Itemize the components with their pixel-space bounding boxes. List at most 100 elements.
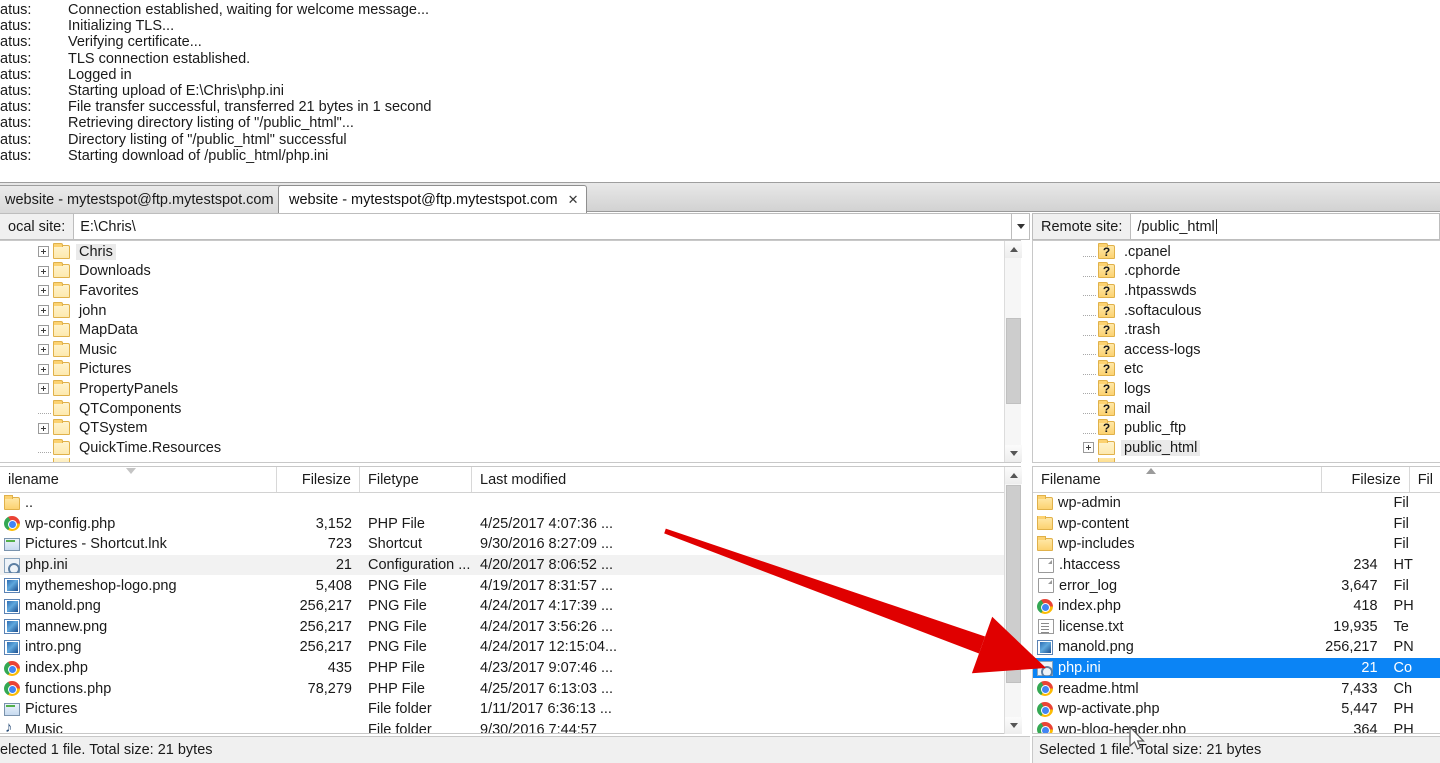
tree-item-partial[interactable] (0, 457, 1020, 462)
table-row[interactable]: error_log 3,647 Fil (1033, 575, 1440, 596)
site-tab-2[interactable]: website - mytestspot@ftp.mytestspot.com … (278, 185, 588, 213)
table-row[interactable]: Pictures File folder 1/11/2017 6:36:13 ... (0, 699, 1020, 720)
table-row[interactable]: intro.png 256,217 PNG File 4/24/2017 12:15:… (0, 637, 1020, 658)
tree-item[interactable]: john (0, 301, 1020, 321)
tree-item[interactable]: ? public_ftp (1033, 418, 1440, 438)
tree-item[interactable]: ? .htpasswds (1033, 281, 1440, 301)
chrome-file-icon (1037, 598, 1053, 614)
tree-item[interactable]: ? .cphorde (1033, 262, 1440, 282)
scroll-up-icon[interactable] (1005, 467, 1022, 484)
tree-item[interactable]: ? mail (1033, 399, 1440, 419)
expand-plus-icon[interactable] (38, 246, 49, 258)
tree-item[interactable]: Music (0, 340, 1020, 360)
table-row[interactable]: manold.png 256,217 PN (1033, 637, 1440, 658)
remote-site-input[interactable]: /public_html (1130, 213, 1440, 240)
local-list-scrollbar[interactable] (1004, 467, 1022, 734)
column-header-filesize[interactable]: Filesize (1322, 467, 1410, 492)
table-row[interactable]: wp-config.php 3,152 PHP File 4/25/2017 4:07… (0, 514, 1020, 535)
chevron-down-icon[interactable] (1012, 213, 1030, 240)
remote-site-path-row: Remote site: /public_html (1032, 213, 1440, 240)
status-log[interactable]: atus: Connection established, waiting for… (0, 0, 1440, 180)
table-row[interactable]: wp-content Fil (1033, 514, 1440, 535)
local-site-input[interactable]: E:\Chris\ (73, 213, 1012, 240)
scrollbar-thumb[interactable] (1006, 485, 1021, 683)
folder-icon (1037, 495, 1053, 510)
column-header-lastmodified[interactable]: Last modified (472, 467, 1020, 492)
expand-plus-icon[interactable] (38, 422, 49, 434)
column-header-filesize-label: Filesize (1351, 471, 1401, 488)
table-row[interactable]: wp-activate.php 5,447 PH (1033, 699, 1440, 720)
table-row[interactable]: .htaccess 234 HT (1033, 555, 1440, 576)
remote-list-header[interactable]: Filename Filesize Fil (1033, 467, 1440, 493)
close-icon[interactable]: ✕ (568, 192, 579, 208)
local-directory-tree[interactable]: Chris Downloads Favorites john MapData Music P… (0, 240, 1021, 463)
expand-plus-icon[interactable] (38, 363, 49, 375)
table-row[interactable]: .. (0, 493, 1020, 514)
table-row[interactable]: Pictures - Shortcut.lnk 723 Shortcut 9/30/2… (0, 534, 1020, 555)
tree-item[interactable]: MapData (0, 320, 1020, 340)
tree-item[interactable]: PropertyPanels (0, 379, 1020, 399)
remote-directory-tree[interactable]: ? .cpanel? .cphorde? .htpasswds? .softaculou… (1032, 240, 1440, 463)
cell-filesize: 364 (1353, 721, 1378, 734)
expand-plus-icon[interactable] (38, 383, 49, 395)
table-row[interactable]: readme.html 7,433 Ch (1033, 678, 1440, 699)
table-row[interactable]: manold.png 256,217 PNG File 4/24/2017 4:17:… (0, 596, 1020, 617)
filename-label: license.txt (1059, 618, 1124, 635)
local-tree-scrollbar[interactable] (1004, 241, 1022, 462)
site-tab-1[interactable]: website - mytestspot@ftp.mytestspot.com … (0, 185, 304, 213)
tree-item[interactable]: ? .softaculous (1033, 301, 1440, 321)
tree-item[interactable]: ? logs (1033, 379, 1440, 399)
expand-plus-icon[interactable] (38, 265, 49, 277)
table-row[interactable]: wp-includes Fil (1033, 534, 1440, 555)
table-row[interactable]: wp-admin Fil (1033, 493, 1440, 514)
tree-item[interactable]: QTSystem (0, 418, 1020, 438)
tree-connector (1083, 344, 1096, 356)
column-header-filename[interactable]: Filename (1033, 467, 1323, 492)
expand-plus-icon[interactable] (38, 324, 49, 336)
chrome-file-icon (1037, 701, 1053, 717)
table-row[interactable]: php.ini 21 Co (1033, 657, 1440, 679)
tree-item[interactable]: QTComponents (0, 399, 1020, 419)
tree-item[interactable]: ? .cpanel (1033, 242, 1440, 262)
table-row[interactable]: Music File folder 9/30/2016 7:44:57 (0, 720, 1020, 733)
scroll-down-icon[interactable] (1005, 717, 1022, 734)
local-file-list[interactable]: ilename Filesize Filetype Last modified … (0, 466, 1021, 734)
column-header-filetype[interactable]: Filetype (360, 467, 472, 492)
remote-file-list[interactable]: Filename Filesize Fil wp-admin Fil wp-cont… (1032, 466, 1440, 734)
cell-filetype: Fil (1393, 536, 1409, 553)
expand-plus-icon[interactable] (1083, 442, 1094, 454)
scroll-down-icon[interactable] (1005, 445, 1022, 462)
filename-label: manold.png (1058, 639, 1134, 656)
column-header-filetype[interactable]: Fil (1409, 467, 1440, 492)
table-row[interactable]: mannew.png 256,217 PNG File 4/24/2017 3:56:… (0, 617, 1020, 638)
site-tab-bar[interactable]: website - mytestspot@ftp.mytestspot.com … (0, 182, 1440, 213)
table-row[interactable]: wp-blog-header.php 364 PH (1033, 720, 1440, 734)
tree-item-partial[interactable] (1033, 457, 1440, 462)
table-row[interactable]: index.php 435 PHP File 4/23/2017 9:07:46 ..… (0, 658, 1020, 679)
tree-item[interactable]: ? .trash (1033, 320, 1440, 340)
tree-item[interactable]: ? access-logs (1033, 340, 1440, 360)
tree-item[interactable]: ? etc (1033, 360, 1440, 380)
table-row[interactable]: mythemeshop-logo.png 5,408 PNG File 4/19/20… (0, 575, 1020, 596)
scroll-up-icon[interactable] (1005, 241, 1022, 258)
scrollbar-thumb[interactable] (1006, 318, 1021, 404)
tree-item-label: mail (1124, 400, 1151, 417)
tree-item[interactable]: QuickTime.Resources (0, 438, 1020, 458)
tree-item-label: QuickTime.Resources (79, 439, 222, 456)
table-row[interactable]: php.ini 21 Configuration ... 4/20/2017 8:06… (0, 554, 1020, 576)
tree-item[interactable]: Chris (0, 242, 1020, 262)
tree-item[interactable]: public_html (1033, 438, 1440, 458)
tree-item[interactable]: Pictures (0, 360, 1020, 380)
local-list-header[interactable]: ilename Filesize Filetype Last modified (0, 467, 1020, 493)
expand-plus-icon[interactable] (38, 344, 49, 356)
table-row[interactable]: functions.php 78,279 PHP File 4/25/2017 6:1… (0, 678, 1020, 699)
expand-plus-icon[interactable] (38, 305, 49, 317)
column-header-filename[interactable]: ilename (0, 467, 277, 492)
tree-item[interactable]: Favorites (0, 281, 1020, 301)
column-header-filesize[interactable]: Filesize (277, 467, 360, 492)
expand-plus-icon[interactable] (38, 285, 49, 297)
table-row[interactable]: license.txt 19,935 Te (1033, 617, 1440, 638)
png-file-icon (4, 598, 20, 614)
tree-item[interactable]: Downloads (0, 262, 1020, 282)
table-row[interactable]: index.php 418 PH (1033, 596, 1440, 617)
